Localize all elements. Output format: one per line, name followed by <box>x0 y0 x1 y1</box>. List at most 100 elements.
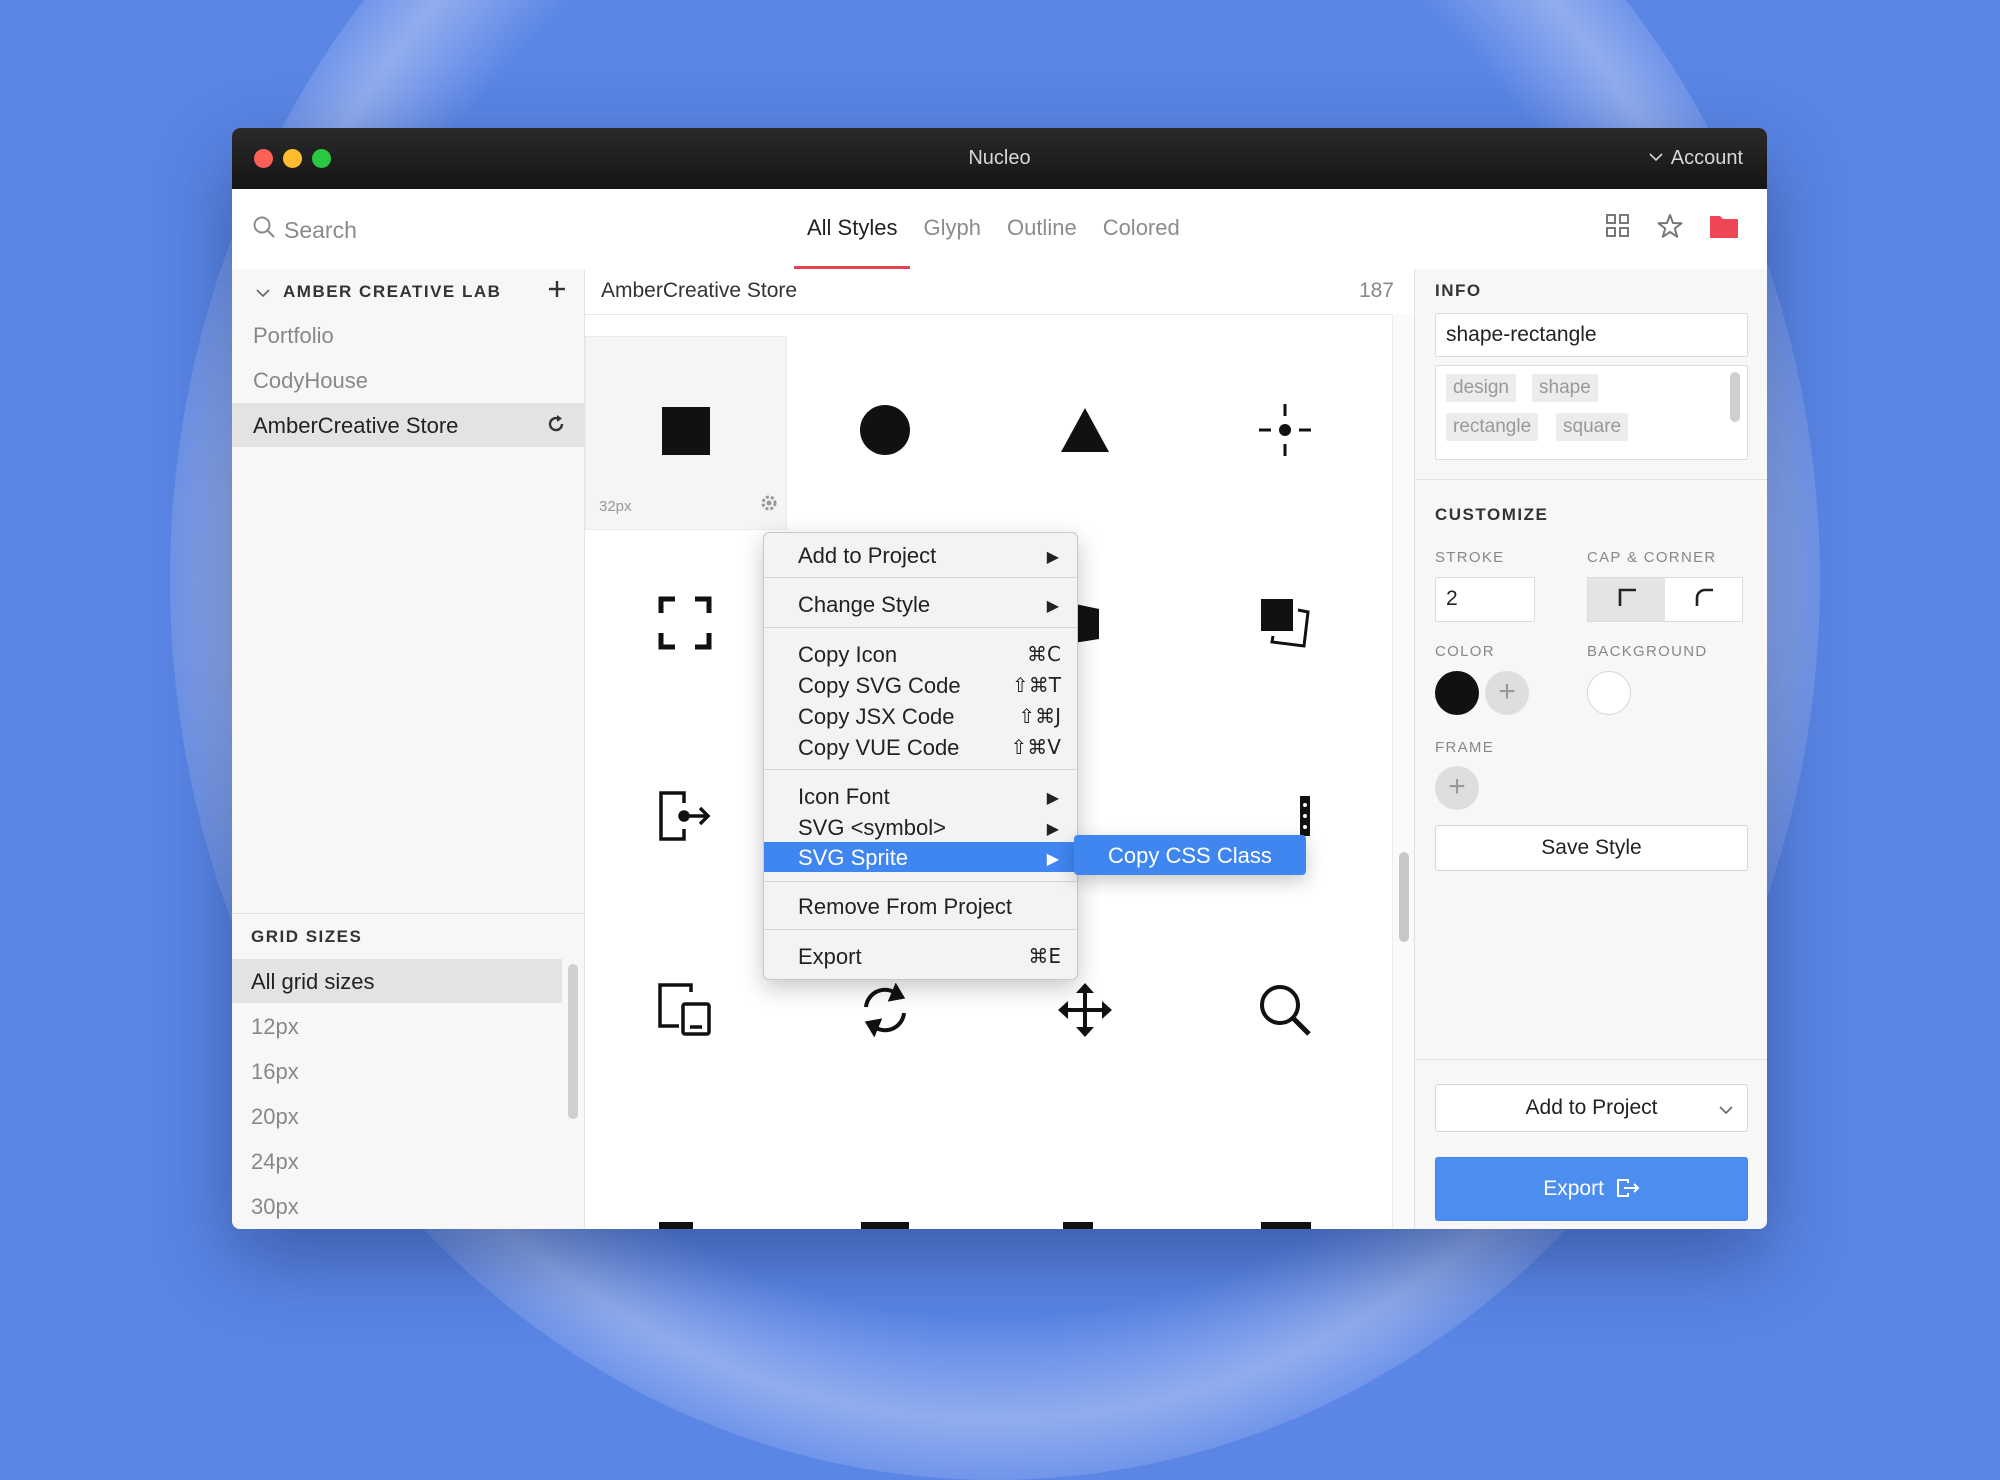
add-frame-button[interactable]: + <box>1435 766 1479 810</box>
menu-item-shortcut: ⌘C <box>1027 642 1061 666</box>
grid-size-20px[interactable]: 20px <box>232 1094 562 1138</box>
grid-size-label: 16px <box>251 1059 299 1084</box>
sync-icon[interactable] <box>546 414 566 440</box>
color-swatch-black[interactable] <box>1435 671 1479 715</box>
menu-item-label: Copy VUE Code <box>798 735 960 760</box>
square-corner-option[interactable] <box>1588 578 1665 621</box>
tag[interactable]: shape <box>1532 374 1598 402</box>
menu-item-shortcut: ⇧⌘T <box>1012 673 1061 697</box>
menu-item-copy-jsx[interactable]: Copy JSX Code ⇧⌘J <box>764 701 1077 731</box>
background-label: BACKGROUND <box>1587 643 1708 660</box>
scrollbar-thumb[interactable] <box>1399 852 1409 942</box>
menu-item-shortcut: ⇧⌘V <box>1010 735 1061 759</box>
gear-icon[interactable] <box>758 492 780 519</box>
grid-size-label: All grid sizes <box>251 969 375 994</box>
star-icon[interactable] <box>1657 213 1683 244</box>
background-swatch-white[interactable] <box>1587 671 1631 715</box>
search-icon <box>1258 983 1312 1042</box>
add-color-button[interactable]: + <box>1485 671 1529 715</box>
menu-item-label: Remove From Project <box>798 894 1012 919</box>
menu-item-label: Add to Project <box>798 543 937 568</box>
tag[interactable]: rectangle <box>1446 413 1539 441</box>
stroke-input[interactable]: 2 <box>1435 577 1535 622</box>
title-bar: Nucleo Account <box>232 128 1767 189</box>
menu-item-add-to-project[interactable]: Add to Project ▶ <box>764 540 1077 570</box>
grid-size-12px[interactable]: 12px <box>232 1004 562 1048</box>
color-label: COLOR <box>1435 643 1495 660</box>
partial-icon <box>1063 1222 1093 1229</box>
save-style-button[interactable]: Save Style <box>1435 825 1748 871</box>
tags-field[interactable]: design shape rectangle square <box>1435 365 1748 460</box>
grid-sizes-scrollbar[interactable] <box>568 964 578 1119</box>
menu-item-label: Copy JSX Code <box>798 704 955 729</box>
icon-cell[interactable] <box>1185 916 1385 1108</box>
sidebar-item-ambercreative-store[interactable]: AmberCreative Store <box>232 403 584 447</box>
menu-separator <box>764 881 1077 882</box>
submenu-arrow-icon: ▶ <box>1046 790 1059 807</box>
grid-size-24px[interactable]: 24px <box>232 1139 562 1183</box>
icon-cell[interactable] <box>585 722 785 914</box>
folder-icon[interactable] <box>1709 213 1739 244</box>
tab-colored[interactable]: Colored <box>1090 189 1193 269</box>
round-corner-option[interactable] <box>1665 578 1742 621</box>
square-corner-icon <box>1616 586 1638 613</box>
round-corner-icon <box>1693 586 1715 613</box>
grid-sizes-title: GRID SIZES <box>251 927 363 946</box>
icon-cell[interactable] <box>985 336 1185 528</box>
grid-size-16px[interactable]: 16px <box>232 1049 562 1093</box>
tags-scrollbar[interactable] <box>1730 372 1740 422</box>
menu-item-copy-svg[interactable]: Copy SVG Code ⇧⌘T <box>764 670 1077 700</box>
tab-all-styles[interactable]: All Styles <box>794 189 911 269</box>
search-field[interactable]: Search <box>252 215 357 245</box>
grid-size-label: 12px <box>251 1014 299 1039</box>
collection-name: AmberCreative Store <box>601 279 798 302</box>
style-tabs: All Styles Glyph Outline Colored <box>794 189 1193 269</box>
menu-item-copy-icon[interactable]: Copy Icon ⌘C <box>764 639 1077 669</box>
menu-item-remove-from-project[interactable]: Remove From Project <box>764 891 1077 921</box>
icon-cell[interactable] <box>1185 529 1385 721</box>
tab-glyph[interactable]: Glyph <box>910 189 993 269</box>
menu-separator <box>764 769 1077 770</box>
tag[interactable]: square <box>1556 413 1629 441</box>
add-collection-icon[interactable] <box>548 280 566 303</box>
menu-separator <box>764 627 1077 628</box>
menu-item-icon-font[interactable]: Icon Font ▶ <box>764 781 1077 811</box>
icon-grid-scrollbar[interactable] <box>1392 314 1415 1229</box>
toolbar: Search All Styles Glyph Outline Colored <box>232 189 1767 270</box>
menu-item-svg-symbol[interactable]: SVG <symbol> ▶ <box>764 812 1077 842</box>
icon-size-label: 32px <box>599 498 632 515</box>
icon-cell[interactable] <box>1185 336 1385 528</box>
logout-icon <box>658 789 712 848</box>
sidebar-item-portfolio[interactable]: Portfolio <box>232 313 584 357</box>
grid-size-all[interactable]: All grid sizes <box>232 959 562 1003</box>
collection-header: AmberCreative Store 187 <box>585 269 1414 315</box>
sidebar-item-label: AmberCreative Store <box>253 413 459 438</box>
tag[interactable]: design <box>1446 374 1516 402</box>
grid-size-30px[interactable]: 30px <box>232 1184 562 1228</box>
library-header[interactable]: AMBER CREATIVE LAB <box>232 269 584 313</box>
menu-item-export[interactable]: Export ⌘E <box>764 941 1077 971</box>
icon-cell[interactable] <box>585 529 785 721</box>
tab-outline[interactable]: Outline <box>994 189 1090 269</box>
add-to-project-dropdown[interactable]: Add to Project <box>1435 1084 1748 1132</box>
account-menu[interactable]: Account <box>1649 147 1743 170</box>
export-button[interactable]: Export <box>1435 1157 1748 1221</box>
grid-view-icon[interactable] <box>1605 213 1631 244</box>
sidebar-item-codyhouse[interactable]: CodyHouse <box>232 358 584 402</box>
chevron-down-icon <box>1649 149 1667 165</box>
menu-item-svg-sprite[interactable]: SVG Sprite ▶ <box>764 842 1077 872</box>
icon-cell-shape-rectangle[interactable]: 32px <box>585 336 787 530</box>
icon-cell[interactable] <box>585 916 785 1108</box>
menu-item-copy-vue[interactable]: Copy VUE Code ⇧⌘V <box>764 732 1077 762</box>
menu-item-change-style[interactable]: Change Style ▶ <box>764 589 1077 619</box>
icon-cell[interactable] <box>785 336 985 528</box>
menu-item-label: Export <box>798 944 862 969</box>
menu-item-copy-css-class[interactable]: Copy CSS Class <box>1108 843 1272 869</box>
library-title: AMBER CREATIVE LAB <box>283 282 502 301</box>
layers-icon <box>1258 596 1312 655</box>
window-title: Nucleo <box>968 147 1031 169</box>
icon-cell[interactable] <box>1185 722 1385 914</box>
icon-name-field[interactable]: shape-rectangle <box>1435 313 1748 357</box>
devices-icon <box>657 982 713 1043</box>
more-icon <box>1300 795 1310 841</box>
